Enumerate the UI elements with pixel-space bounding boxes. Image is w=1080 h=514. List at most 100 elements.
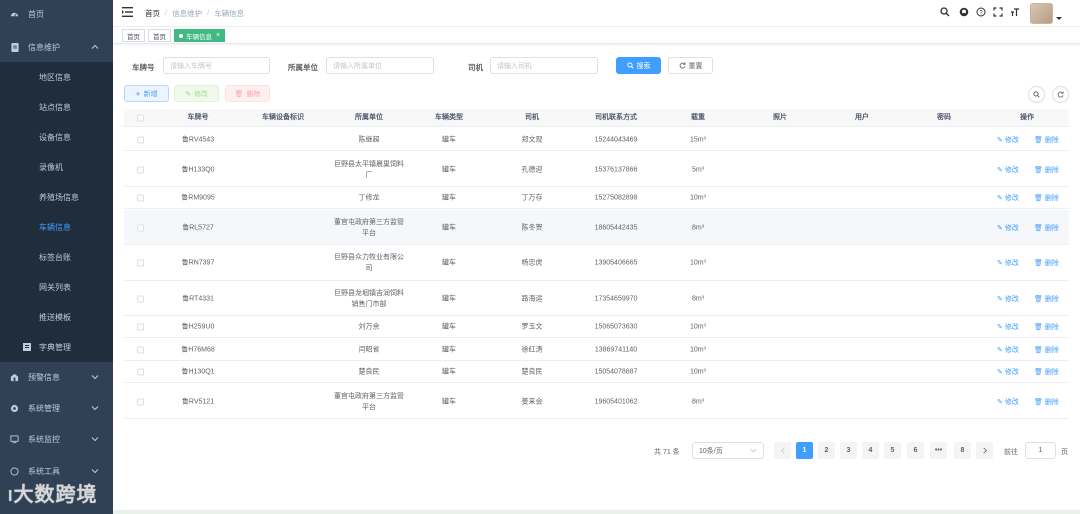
search-icon[interactable] xyxy=(940,7,950,17)
row-checkbox[interactable] xyxy=(137,398,144,405)
row-checkbox[interactable] xyxy=(137,368,144,376)
prev-page-button[interactable] xyxy=(774,442,791,459)
search-icon xyxy=(626,62,634,69)
row-delete-button[interactable]: 🗑 删除 xyxy=(1034,223,1059,233)
navbar: 首页 / 信息维护 / 车辆信息 ? xyxy=(113,0,1080,27)
close-icon[interactable]: × xyxy=(216,32,220,39)
row-checkbox[interactable] xyxy=(137,323,144,331)
cell-phone: 13869741140 xyxy=(594,346,638,354)
row-edit-button[interactable]: ✎ 修改 xyxy=(997,193,1019,203)
sidebar-item-gateway[interactable]: 网关列表 xyxy=(0,272,113,302)
row-checkbox[interactable] xyxy=(137,194,144,202)
cell-phone: 17354659970 xyxy=(594,295,638,303)
row-edit-button[interactable]: ✎ 修改 xyxy=(997,258,1019,268)
reset-button[interactable]: 重置 xyxy=(668,57,713,74)
tag-home[interactable]: 首页 xyxy=(122,29,145,42)
hamburger-icon[interactable] xyxy=(122,7,133,17)
help-icon[interactable]: ? xyxy=(976,7,986,17)
select-all-checkbox[interactable] xyxy=(137,114,144,122)
row-checkbox[interactable] xyxy=(137,259,144,267)
refresh-button[interactable] xyxy=(1052,86,1069,103)
row-checkbox[interactable] xyxy=(137,346,144,354)
caret-down-icon[interactable] xyxy=(1056,14,1062,23)
page-button[interactable]: 1 xyxy=(796,442,813,459)
row-edit-button[interactable]: ✎ 修改 xyxy=(997,294,1019,304)
add-button[interactable]: + 新增 xyxy=(124,85,169,102)
sidebar-item-region[interactable]: 地区信息 xyxy=(0,62,113,92)
page-size-select[interactable]: 10条/页 xyxy=(692,442,764,459)
row-checkbox[interactable] xyxy=(137,136,144,143)
row-edit-button[interactable]: ✎ 修改 xyxy=(997,135,1019,145)
sidebar-item-system-manage[interactable]: 系统管理 xyxy=(0,394,113,422)
row-edit-button[interactable]: ✎ 修改 xyxy=(997,165,1019,175)
trash-icon: 🗑 xyxy=(1034,260,1043,267)
next-page-button[interactable] xyxy=(976,442,993,459)
toggle-search-button[interactable] xyxy=(1028,86,1045,103)
delete-button[interactable]: 🗑 删除 xyxy=(225,85,270,102)
page-button[interactable]: 4 xyxy=(862,442,879,459)
sidebar-item-recorder[interactable]: 录像机 xyxy=(0,152,113,182)
page-button[interactable]: 6 xyxy=(907,442,924,459)
sidebar-item-info-maintenance[interactable]: 信息维护 xyxy=(0,33,113,61)
sidebar-item-vehicle[interactable]: 车辆信息 xyxy=(0,212,113,242)
row-edit-button[interactable]: ✎ 修改 xyxy=(997,223,1019,233)
cell-phone: 19605401062 xyxy=(594,398,638,405)
page-button[interactable]: 8 xyxy=(954,442,971,459)
row-delete-button[interactable]: 🗑 删除 xyxy=(1034,367,1059,377)
row-delete-button[interactable]: 🗑 删除 xyxy=(1034,193,1059,203)
sidebar-item-system-monitor[interactable]: 系统监控 xyxy=(0,425,113,453)
row-delete-button[interactable]: 🗑 删除 xyxy=(1034,294,1059,304)
row-delete-button[interactable]: 🗑 删除 xyxy=(1034,165,1059,175)
row-edit-label: 修改 xyxy=(1004,369,1019,376)
sidebar-item-device[interactable]: 设备信息 xyxy=(0,122,113,152)
cell-unit: 巨野县龙堌镇吉润饲料销售门市部 xyxy=(334,290,404,308)
sidebar-item-push-template[interactable]: 推送模板 xyxy=(0,302,113,332)
row-delete-button[interactable]: 🗑 删除 xyxy=(1034,135,1059,145)
tag-home-2[interactable]: 首页 xyxy=(148,29,171,42)
goto-page-input[interactable]: 1 xyxy=(1025,442,1056,459)
row-checkbox[interactable] xyxy=(137,295,144,303)
page-button[interactable]: 3 xyxy=(840,442,857,459)
driver-input[interactable]: 请输入司机 xyxy=(490,57,598,74)
edit-button[interactable]: ✎ 修改 xyxy=(174,85,219,102)
cell-unit: 董官屯政府第三方监管平台 xyxy=(334,392,404,411)
sidebar-item-farm[interactable]: 养殖场信息 xyxy=(0,182,113,212)
page-button[interactable]: 2 xyxy=(818,442,835,459)
row-delete-label: 删除 xyxy=(1044,224,1059,232)
font-size-icon[interactable] xyxy=(1010,7,1020,17)
page-ellipsis[interactable]: ••• xyxy=(930,442,947,459)
sidebar-item-home[interactable]: 首页 xyxy=(0,0,113,28)
row-checkbox[interactable] xyxy=(137,166,144,173)
cell-load: 10m³ xyxy=(690,346,706,354)
column-header: 司机联系方式 xyxy=(595,114,637,121)
fullscreen-icon[interactable] xyxy=(993,7,1003,17)
row-delete-button[interactable]: 🗑 删除 xyxy=(1034,345,1059,355)
avatar[interactable] xyxy=(1030,3,1053,24)
cell-plate: 鲁RM9095 xyxy=(181,194,215,202)
chevron-right-icon xyxy=(982,447,987,454)
tag-vehicle-info[interactable]: 车辆信息 × xyxy=(174,29,226,42)
cell-type: 罐车 xyxy=(442,346,456,354)
row-edit-button[interactable]: ✎ 修改 xyxy=(997,322,1019,332)
sidebar-item-dictionary[interactable]: 字典管理 xyxy=(0,332,113,362)
cell-load: 8m³ xyxy=(691,398,705,405)
row-delete-button[interactable]: 🗑 删除 xyxy=(1034,322,1059,332)
row-checkbox[interactable] xyxy=(137,224,144,231)
unit-input[interactable]: 请输入所属单位 xyxy=(326,57,434,74)
plate-input[interactable]: 请输入车牌号 xyxy=(163,57,270,74)
cell-driver: 楚良民 xyxy=(521,368,543,376)
monitor-icon xyxy=(10,434,19,444)
sidebar-item-tag-ledger[interactable]: 标签台账 xyxy=(0,242,113,272)
table-row: 鲁H76M68 闫昭省 罐车 徐红涛 13869741140 10m³ ✎ 修改 🗑 删除 xyxy=(124,339,1069,361)
search-button[interactable]: 搜索 xyxy=(616,57,661,74)
row-edit-button[interactable]: ✎ 修改 xyxy=(997,367,1019,377)
row-delete-button[interactable]: 🗑 删除 xyxy=(1034,258,1059,268)
breadcrumb-home[interactable]: 首页 xyxy=(145,8,160,19)
sidebar-item-warning[interactable]: 预警信息 xyxy=(0,363,113,391)
github-icon[interactable] xyxy=(959,7,969,17)
row-edit-button[interactable]: ✎ 修改 xyxy=(997,345,1019,355)
row-edit-button[interactable]: ✎ 修改 xyxy=(997,397,1019,407)
page-button[interactable]: 5 xyxy=(884,442,901,459)
sidebar-item-station[interactable]: 站点信息 xyxy=(0,92,113,122)
row-delete-button[interactable]: 🗑 删除 xyxy=(1034,397,1059,407)
